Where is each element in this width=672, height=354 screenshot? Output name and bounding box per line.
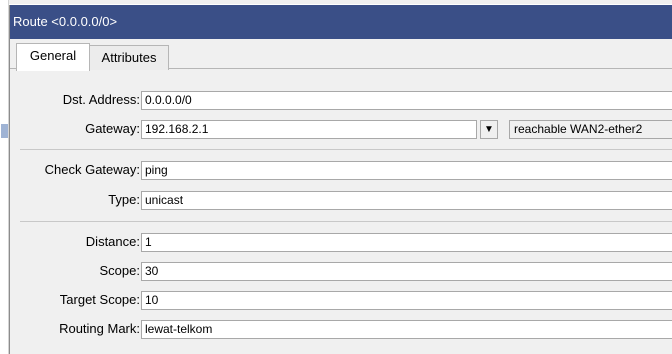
- gateway-label: Gateway:: [85, 121, 140, 136]
- check-gateway-field[interactable]: ping: [141, 161, 672, 180]
- scope-label: Scope:: [99, 263, 140, 278]
- separator: [20, 221, 672, 222]
- routing-mark-label: Routing Mark:: [59, 321, 140, 336]
- tab-general[interactable]: General: [16, 43, 90, 71]
- target-scope-row: Target Scope: 10: [10, 289, 672, 311]
- type-label: Type:: [108, 192, 140, 207]
- gateway-row: Gateway: 192.168.2.1 ▼ reachable WAN2-et…: [10, 118, 672, 140]
- type-row: Type: unicast: [10, 189, 672, 211]
- separator: [20, 149, 672, 150]
- type-field[interactable]: unicast: [141, 191, 672, 210]
- tab-bar: General Attributes: [10, 39, 672, 71]
- gateway-field[interactable]: 192.168.2.1: [141, 120, 477, 139]
- check-gateway-row: Check Gateway: ping: [10, 159, 672, 181]
- target-scope-label: Target Scope:: [59, 292, 140, 307]
- background-window-strip: [0, 0, 9, 354]
- dropdown-icon[interactable]: ▼: [480, 120, 498, 139]
- route-dialog: Route <0.0.0.0/0> General Attributes Dst…: [9, 5, 672, 354]
- dst-address-row: Dst. Address: 0.0.0.0/0: [10, 89, 672, 111]
- background-window-edge: [9, 0, 672, 4]
- distance-field[interactable]: 1: [141, 233, 672, 252]
- dst-address-label: Dst. Address:: [62, 92, 140, 107]
- distance-row: Distance: 1: [10, 231, 672, 253]
- dialog-title[interactable]: Route <0.0.0.0/0>: [10, 5, 672, 39]
- routing-mark-row: Routing Mark: lewat-telkom: [10, 318, 672, 340]
- check-gateway-label: Check Gateway:: [44, 162, 140, 177]
- tab-attributes[interactable]: Attributes: [89, 45, 169, 70]
- routing-mark-field[interactable]: lewat-telkom: [141, 320, 672, 339]
- distance-label: Distance:: [85, 234, 140, 249]
- gateway-status: reachable WAN2-ether2: [509, 120, 672, 139]
- scope-field[interactable]: 30: [141, 262, 672, 281]
- target-scope-field[interactable]: 10: [141, 291, 672, 310]
- dst-address-field[interactable]: 0.0.0.0/0: [141, 91, 672, 110]
- scope-row: Scope: 30: [10, 260, 672, 282]
- background-selection-marker: [1, 124, 8, 138]
